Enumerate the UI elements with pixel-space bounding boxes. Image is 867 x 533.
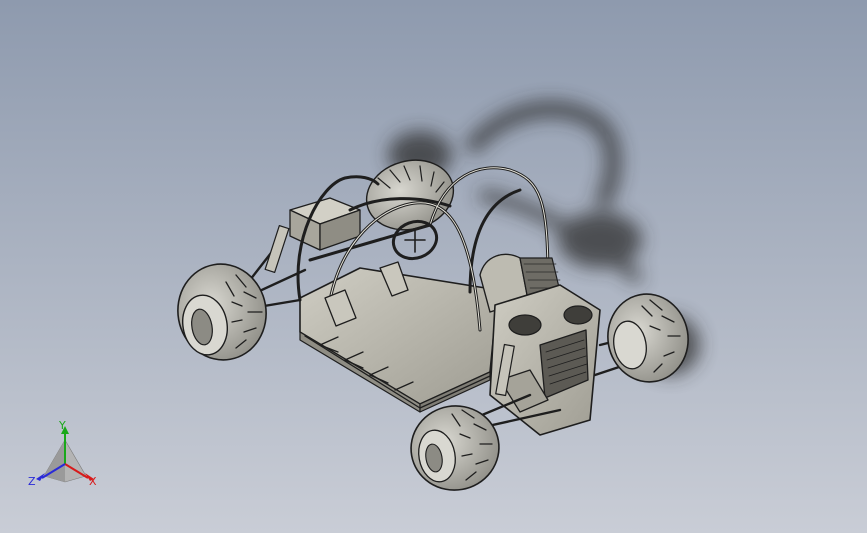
axis-x-label: X	[89, 475, 97, 488]
graphics-viewport[interactable]: Y Z X	[0, 0, 867, 533]
axis-y-label: Y	[59, 419, 66, 432]
model-canvas[interactable]	[0, 0, 867, 533]
axis-triad-icon: Y Z X	[22, 418, 108, 494]
axis-z-label: Z	[28, 475, 36, 488]
